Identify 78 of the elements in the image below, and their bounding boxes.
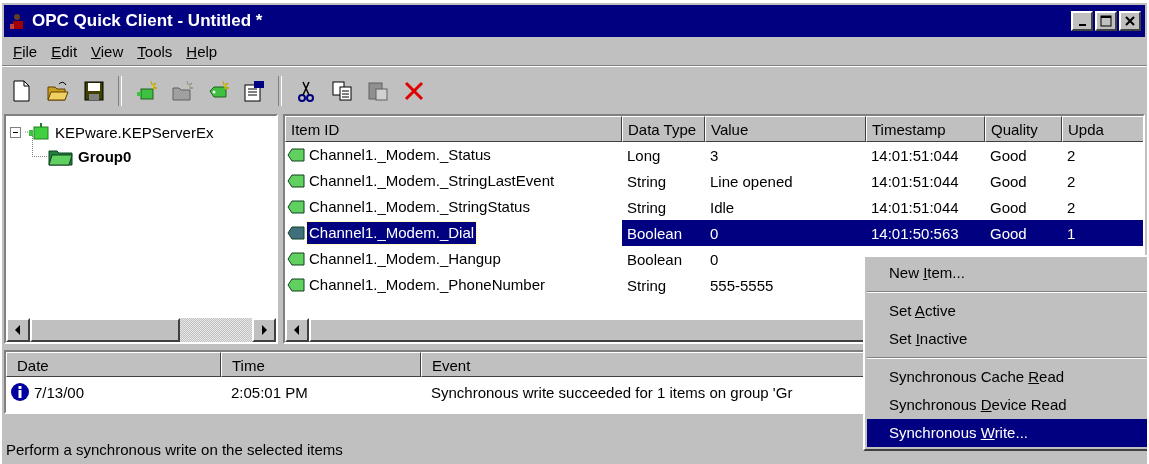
column-header[interactable]: Time [221, 352, 421, 377]
column-header[interactable]: Timestamp [866, 116, 985, 142]
menu-item[interactable]: Edit [44, 40, 85, 62]
tree-item[interactable]: Group0 [78, 147, 132, 165]
menu-item[interactable]: Set Inactive [867, 325, 1147, 353]
table-cell[interactable]: Channel1._Modem._StringLastEvent [307, 170, 557, 192]
column-header[interactable]: Item ID [285, 116, 622, 142]
menu-item[interactable]: Help [179, 40, 225, 62]
left-arrow-icon [293, 325, 301, 335]
table-cell-text: Good [989, 198, 1028, 218]
clipboard-icon [366, 79, 390, 103]
table-cell-text: 2 [1066, 172, 1077, 192]
table-cell-text: 3 [709, 146, 720, 166]
close-icon [1124, 15, 1136, 27]
tag-icon [287, 148, 305, 162]
properties-icon [242, 79, 266, 103]
menu-item[interactable]: Synchronous Write... [867, 419, 1147, 447]
maximize-button[interactable] [1095, 11, 1117, 31]
table-cell[interactable]: Channel1._Modem._Hangup [307, 248, 503, 270]
right-arrow-icon [260, 325, 268, 335]
delete-icon [402, 79, 426, 103]
table-cell-text: Boolean [626, 250, 684, 270]
menu-item[interactable]: Set Active [867, 297, 1147, 325]
server-icon [134, 79, 158, 103]
folder-icon [170, 79, 194, 103]
table-cell-text: 2:05:01 PM [230, 383, 309, 401]
app-icon [8, 12, 26, 30]
table-cell-text: Idle [709, 198, 736, 218]
table-cell-text: Good [989, 172, 1028, 192]
minimize-button[interactable] [1071, 11, 1093, 31]
table-cell-text: String [626, 276, 668, 296]
menu-item[interactable]: File [6, 40, 45, 62]
tag-icon [287, 200, 305, 214]
left-arrow-icon [14, 325, 22, 335]
table-cell[interactable]: Channel1._Modem._Status [307, 144, 493, 166]
menu-item[interactable]: Synchronous Device Read [867, 391, 1147, 419]
column-header[interactable]: Upda [1062, 116, 1143, 142]
table-cell[interactable]: Channel1._Modem._PhoneNumber [307, 274, 547, 296]
status-bar-text: Perform a synchronous write on the selected items [6, 441, 343, 458]
folder-icon [46, 79, 70, 103]
table-cell-text: Long [626, 146, 662, 166]
column-header[interactable]: Data Type [622, 116, 705, 142]
tag-icon [287, 226, 305, 240]
menu-item[interactable]: View [84, 40, 131, 62]
tree-item[interactable]: KEPware.KEPServerEx [55, 123, 214, 141]
collapse-toggle[interactable] [10, 126, 21, 138]
column-header[interactable]: Date [6, 352, 221, 377]
table-cell-text: Synchronous write succeeded for 1 items on group 'Gr [430, 383, 794, 401]
info-icon [10, 382, 30, 402]
horizontal-scrollbar[interactable] [6, 318, 276, 342]
tag-icon [287, 278, 305, 292]
window-title: OPC Quick Client - Untitled * [32, 11, 264, 31]
minimize-icon [1078, 24, 1086, 26]
table-cell-text: 14:01:51:044 [870, 172, 960, 192]
table-cell: 7/13/00 [34, 383, 85, 401]
table-cell-text: 2 [1066, 198, 1077, 218]
column-header[interactable]: Quality [985, 116, 1062, 142]
maximize-icon [1100, 15, 1112, 27]
table-cell-text: String [626, 172, 668, 192]
menu-item[interactable]: New Item... [867, 259, 1147, 287]
table-cell-text: 0 [709, 250, 720, 270]
table-cell-text: 555-5555 [709, 276, 775, 296]
close-button[interactable] [1119, 11, 1141, 31]
table-cell[interactable]: Channel1._Modem._StringStatus [307, 196, 532, 218]
table-cell-text: Line opened [709, 172, 794, 192]
table-cell-text: 14:01:51:044 [870, 146, 960, 166]
copy-icon [330, 79, 354, 103]
tag-icon [287, 174, 305, 188]
table-cell-text: String [626, 198, 668, 218]
tree-connector-line [32, 136, 47, 157]
table-cell-text: Good [989, 146, 1028, 166]
table-cell-text: 2 [1066, 146, 1077, 166]
server-icon [25, 122, 51, 142]
tag-icon [287, 252, 305, 266]
menu-item[interactable]: Tools [130, 40, 180, 62]
table-cell[interactable]: Channel1._Modem._Dial [307, 222, 477, 244]
table-cell-text: 14:01:51:044 [870, 198, 960, 218]
column-header[interactable]: Value [705, 116, 866, 142]
